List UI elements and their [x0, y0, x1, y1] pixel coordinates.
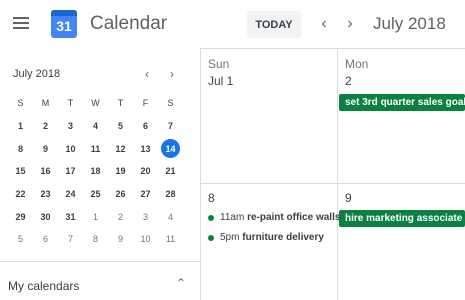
mini-weekday-label: S: [167, 98, 174, 109]
mini-day[interactable]: 31: [58, 212, 83, 222]
app-title: Calendar: [90, 13, 168, 34]
chevron-left-icon[interactable]: ‹: [316, 14, 332, 34]
mini-day[interactable]: 11: [83, 144, 108, 154]
timed-event[interactable]: 11am re-paint office walls: [208, 210, 340, 226]
mini-day[interactable]: 1: [8, 121, 33, 131]
mini-calendar-grid: S M T W T F S 1 2 3 4 5 6 7 8 9 10 11 12…: [8, 92, 184, 251]
event-dot-icon: [208, 215, 214, 221]
mini-prev-month-icon[interactable]: ‹: [141, 67, 153, 81]
mini-day[interactable]: 2: [33, 121, 58, 131]
event-chip[interactable]: hire marketing associate: [339, 210, 465, 227]
mini-day-next-month[interactable]: 6: [33, 234, 58, 244]
mini-day[interactable]: 12: [108, 144, 133, 154]
mini-day[interactable]: 6: [133, 121, 158, 131]
mini-weekday-label: T: [117, 98, 124, 109]
mini-day[interactable]: 22: [8, 189, 33, 199]
mini-day-today[interactable]: 14: [158, 138, 183, 158]
mini-day[interactable]: 28: [158, 189, 183, 199]
mini-day[interactable]: 9: [33, 144, 58, 154]
event-dot-icon: [208, 235, 214, 241]
mini-day[interactable]: 18: [83, 166, 108, 176]
sidebar-divider: [0, 261, 200, 262]
mini-next-month-icon[interactable]: ›: [166, 67, 178, 81]
day-cell-sun-jul-1[interactable]: Sun Jul 1: [201, 49, 337, 183]
mini-day-next-month[interactable]: 8: [83, 234, 108, 244]
day-cell-mon-2[interactable]: Mon 2 set 3rd quarter sales goals: [338, 49, 465, 183]
mini-day[interactable]: 30: [33, 212, 58, 222]
mini-day-next-month[interactable]: 3: [133, 212, 158, 222]
day-number[interactable]: 8: [208, 191, 215, 205]
mini-weekday-label: F: [142, 98, 149, 109]
chevron-up-icon[interactable]: ⌃: [176, 276, 186, 290]
mini-weekday-label: S: [17, 98, 24, 109]
mini-day-next-month[interactable]: 1: [83, 212, 108, 222]
mini-week-row: 15 16 17 18 19 20 21: [8, 160, 184, 183]
hamburger-menu-icon[interactable]: [13, 17, 29, 29]
timed-event[interactable]: 5pm furniture delivery: [208, 230, 336, 246]
logo-number: 31: [56, 18, 72, 34]
day-number[interactable]: Jul 1: [208, 74, 233, 88]
mini-day[interactable]: 27: [133, 189, 158, 199]
mini-day[interactable]: 23: [33, 189, 58, 199]
mini-day[interactable]: 7: [158, 121, 183, 131]
mini-day-next-month[interactable]: 2: [108, 212, 133, 222]
mini-day-next-month[interactable]: 10: [133, 234, 158, 244]
mini-day-next-month[interactable]: 5: [8, 234, 33, 244]
event-time: 11am: [220, 212, 245, 223]
event-chip[interactable]: set 3rd quarter sales goals: [339, 94, 465, 111]
weekday-label-mon: Mon: [345, 57, 369, 71]
mini-day[interactable]: 25: [83, 189, 108, 199]
event-title: furniture delivery: [242, 232, 324, 243]
event-text: 11am re-paint office walls: [220, 210, 340, 226]
event-title: re-paint office walls: [247, 212, 341, 223]
mini-week-row: 22 23 24 25 26 27 28: [8, 183, 184, 206]
mini-week-row: 29 30 31 1 2 3 4: [8, 205, 184, 228]
mini-day-next-month[interactable]: 11: [158, 234, 183, 244]
mini-weekday-label: W: [91, 98, 100, 109]
mini-day[interactable]: 8: [8, 144, 33, 154]
mini-week-row: 1 2 3 4 5 6 7: [8, 115, 184, 138]
weekday-label-sun: Sun: [208, 57, 230, 71]
mini-day[interactable]: 20: [133, 166, 158, 176]
event-text: 5pm furniture delivery: [220, 230, 324, 246]
my-calendars-label[interactable]: My calendars: [8, 279, 79, 293]
chevron-right-icon[interactable]: ›: [342, 14, 358, 34]
mini-day[interactable]: 19: [108, 166, 133, 176]
mini-day[interactable]: 10: [58, 144, 83, 154]
mini-day[interactable]: 4: [83, 121, 108, 131]
mini-day[interactable]: 15: [8, 166, 33, 176]
mini-day[interactable]: 13: [133, 144, 158, 154]
mini-day[interactable]: 17: [58, 166, 83, 176]
mini-week-row: 5 6 7 8 9 10 11: [8, 228, 184, 251]
day-number[interactable]: 2: [345, 74, 352, 88]
today-button[interactable]: TODAY: [247, 11, 301, 38]
day-number[interactable]: 9: [345, 191, 352, 205]
mini-day-next-month[interactable]: 9: [108, 234, 133, 244]
mini-day-next-month[interactable]: 4: [158, 212, 183, 222]
mini-weekday-header: S M T W T F S: [8, 92, 184, 115]
sidebar: July 2018 ‹ › S M T W T F S 1 2 3 4 5 6 …: [0, 48, 200, 300]
mini-day[interactable]: 21: [158, 166, 183, 176]
mini-day[interactable]: 16: [33, 166, 58, 176]
mini-day-next-month[interactable]: 7: [58, 234, 83, 244]
mini-day[interactable]: 29: [8, 212, 33, 222]
calendar-logo-icon: 31: [51, 10, 77, 38]
mini-weekday-label: M: [41, 98, 50, 109]
day-cell-mon-9[interactable]: 9 hire marketing associate: [338, 184, 465, 300]
mini-day[interactable]: 24: [58, 189, 83, 199]
mini-day[interactable]: 5: [108, 121, 133, 131]
mini-day-today-label: 14: [165, 143, 176, 154]
app-header: 31 Calendar TODAY ‹ › July 2018: [0, 0, 465, 48]
current-period-label: July 2018: [373, 14, 446, 33]
event-time: 5pm: [220, 232, 240, 243]
mini-weekday-label: T: [67, 98, 74, 109]
mini-calendar-title: July 2018: [13, 68, 61, 80]
mini-week-row: 8 9 10 11 12 13 14: [8, 137, 184, 160]
mini-day[interactable]: 26: [108, 189, 133, 199]
mini-day[interactable]: 3: [58, 121, 83, 131]
day-cell-sun-8[interactable]: 8 11am re-paint office walls 5pm furnitu…: [201, 184, 340, 300]
